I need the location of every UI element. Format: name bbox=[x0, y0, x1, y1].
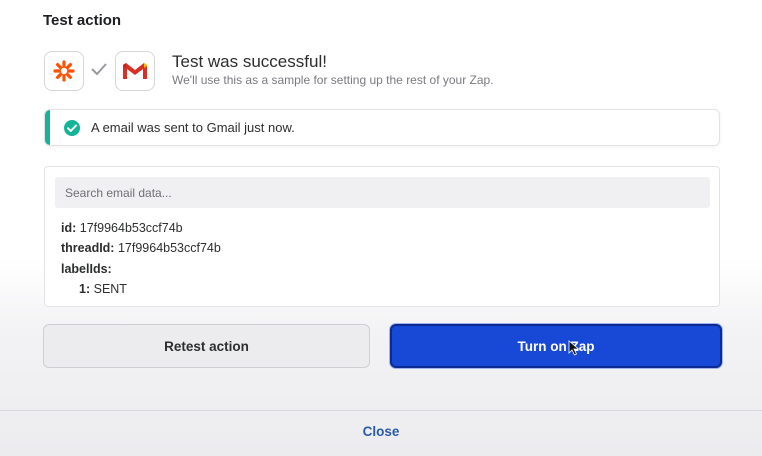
gmail-icon bbox=[123, 63, 147, 80]
alert-message: A email was sent to Gmail just now. bbox=[91, 120, 295, 135]
action-app-tile bbox=[115, 51, 155, 91]
success-alert: A email was sent to Gmail just now. bbox=[44, 109, 720, 146]
mouse-cursor-icon bbox=[568, 340, 580, 356]
data-field-id: id: 17f9964b53ccf74b bbox=[61, 221, 183, 235]
close-link[interactable]: Close bbox=[0, 424, 762, 439]
field-key: threadId: bbox=[61, 241, 115, 255]
zapier-icon bbox=[53, 60, 75, 82]
section-heading: Test action bbox=[43, 12, 122, 29]
field-key: labelIds: bbox=[61, 262, 112, 276]
field-key: id: bbox=[61, 221, 77, 235]
turn-on-zap-button[interactable]: Turn on Zap bbox=[390, 324, 722, 368]
field-key: 1: bbox=[79, 282, 91, 296]
data-field-labelids-1: 1: SENT bbox=[79, 282, 127, 296]
alert-accent-bar bbox=[45, 110, 50, 145]
field-value: 17f9964b53ccf74b bbox=[79, 221, 183, 235]
check-icon bbox=[91, 63, 107, 76]
data-field-labelids: labelIds: bbox=[61, 262, 112, 276]
data-field-threadid: threadId: 17f9964b53ccf74b bbox=[61, 241, 221, 255]
success-title: Test was successful! bbox=[172, 52, 327, 71]
email-data-panel: id: 17f9964b53ccf74b threadId: 17f9964b5… bbox=[44, 166, 720, 307]
check-circle-icon bbox=[64, 120, 80, 136]
footer-divider bbox=[0, 410, 762, 411]
field-value: SENT bbox=[93, 282, 127, 296]
field-value: 17f9964b53ccf74b bbox=[117, 241, 221, 255]
success-subtitle: We'll use this as a sample for setting u… bbox=[172, 73, 494, 87]
test-action-panel: Test action Test was successful! We'll u… bbox=[0, 0, 762, 456]
trigger-app-tile bbox=[44, 51, 84, 91]
search-email-data-input[interactable] bbox=[55, 177, 710, 208]
retest-action-button[interactable]: Retest action bbox=[43, 324, 370, 368]
